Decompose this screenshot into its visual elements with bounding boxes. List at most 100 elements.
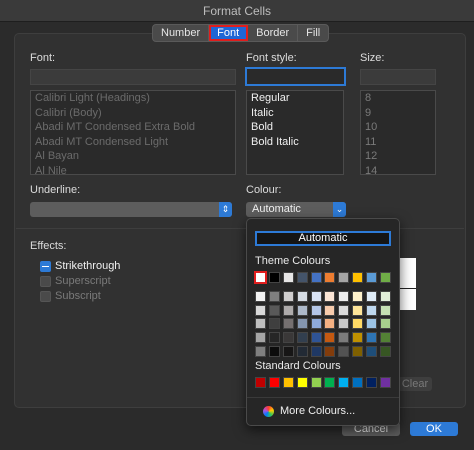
- theme-colour-swatch[interactable]: [366, 272, 378, 283]
- theme-shade-swatch[interactable]: [380, 291, 392, 302]
- size-list[interactable]: 8 9 10 11 12 14: [360, 90, 436, 175]
- theme-shade-swatch[interactable]: [366, 345, 378, 357]
- tab-fill[interactable]: Fill: [298, 25, 328, 41]
- theme-shade-swatch[interactable]: [296, 345, 308, 357]
- font-list[interactable]: Calibri Light (Headings) Calibri (Body) …: [30, 90, 236, 175]
- theme-shade-swatch[interactable]: [380, 304, 392, 316]
- theme-shade-swatch[interactable]: [380, 332, 392, 344]
- theme-shade-swatch[interactable]: [352, 345, 364, 357]
- font-list-item[interactable]: Abadi MT Condensed Light: [31, 135, 235, 150]
- standard-colour-swatch[interactable]: [255, 377, 266, 388]
- tab-font[interactable]: Font: [209, 25, 249, 41]
- theme-shade-swatch[interactable]: [324, 291, 336, 302]
- theme-shade-swatch[interactable]: [282, 332, 294, 344]
- theme-shade-swatch[interactable]: [366, 304, 378, 316]
- theme-shade-swatch[interactable]: [296, 291, 308, 302]
- theme-shade-swatch[interactable]: [310, 332, 322, 344]
- theme-shade-swatch[interactable]: [352, 304, 364, 316]
- theme-colour-swatch[interactable]: [282, 272, 294, 283]
- tab-number[interactable]: Number: [153, 25, 210, 41]
- theme-shade-swatch[interactable]: [366, 291, 378, 302]
- colour-select[interactable]: Automatic ⌄: [246, 202, 346, 217]
- automatic-colour-button[interactable]: Automatic: [255, 231, 391, 246]
- theme-shade-swatch[interactable]: [268, 332, 280, 344]
- strikethrough-checkbox[interactable]: Strikethrough: [40, 259, 120, 273]
- size-item[interactable]: 12: [361, 149, 435, 164]
- theme-shade-swatch[interactable]: [324, 332, 336, 344]
- font-list-item[interactable]: Al Nile: [31, 164, 235, 175]
- size-item[interactable]: 11: [361, 135, 435, 150]
- more-colours-button[interactable]: More Colours...: [263, 405, 355, 417]
- font-style-item[interactable]: Bold Italic: [247, 135, 343, 150]
- standard-colour-swatch[interactable]: [352, 377, 364, 388]
- theme-shade-swatch[interactable]: [296, 304, 308, 316]
- font-style-item[interactable]: Bold: [247, 120, 343, 135]
- theme-shade-swatch[interactable]: [268, 304, 280, 316]
- theme-shade-swatch[interactable]: [338, 318, 350, 330]
- theme-shade-swatch[interactable]: [282, 318, 294, 330]
- standard-colour-swatch[interactable]: [324, 377, 336, 388]
- theme-colour-swatch[interactable]: [380, 272, 392, 283]
- standard-colour-swatch[interactable]: [366, 377, 378, 388]
- theme-shade-swatch[interactable]: [282, 304, 294, 316]
- standard-colour-swatch[interactable]: [268, 377, 280, 388]
- font-style-item[interactable]: Italic: [247, 106, 343, 121]
- clear-button[interactable]: Clear: [398, 377, 432, 391]
- size-item[interactable]: 8: [361, 91, 435, 106]
- font-list-item[interactable]: Calibri Light (Headings): [31, 91, 235, 106]
- font-list-item[interactable]: Abadi MT Condensed Extra Bold: [31, 120, 235, 135]
- theme-shade-swatch[interactable]: [324, 304, 336, 316]
- font-list-item[interactable]: Calibri (Body): [31, 106, 235, 121]
- theme-colour-swatch[interactable]: [352, 272, 364, 283]
- theme-shade-swatch[interactable]: [352, 318, 364, 330]
- size-item[interactable]: 9: [361, 106, 435, 121]
- theme-shade-swatch[interactable]: [268, 291, 280, 302]
- theme-shade-swatch[interactable]: [352, 332, 364, 344]
- size-input[interactable]: [360, 69, 436, 85]
- theme-shade-swatch[interactable]: [324, 318, 336, 330]
- subscript-checkbox[interactable]: Subscript: [40, 289, 101, 303]
- theme-shade-swatch[interactable]: [310, 291, 322, 302]
- ok-button[interactable]: OK: [410, 422, 458, 436]
- theme-shade-swatch[interactable]: [380, 318, 392, 330]
- theme-colour-swatch[interactable]: [324, 272, 336, 283]
- theme-shade-swatch[interactable]: [338, 332, 350, 344]
- theme-shade-swatch[interactable]: [268, 345, 280, 357]
- theme-shade-swatch[interactable]: [310, 318, 322, 330]
- theme-colour-swatch[interactable]: [254, 271, 267, 284]
- theme-colour-swatch[interactable]: [310, 272, 322, 283]
- standard-colour-swatch[interactable]: [380, 377, 392, 388]
- theme-colour-swatch[interactable]: [296, 272, 308, 283]
- size-item[interactable]: 10: [361, 120, 435, 135]
- font-style-input[interactable]: [245, 67, 346, 86]
- size-item[interactable]: 14: [361, 164, 435, 175]
- font-list-item[interactable]: Al Bayan: [31, 149, 235, 164]
- theme-shade-swatch[interactable]: [255, 304, 266, 316]
- theme-shade-swatch[interactable]: [324, 345, 336, 357]
- theme-shade-swatch[interactable]: [296, 332, 308, 344]
- theme-shade-swatch[interactable]: [268, 318, 280, 330]
- standard-colour-swatch[interactable]: [282, 377, 294, 388]
- theme-shade-swatch[interactable]: [255, 332, 266, 344]
- theme-shade-swatch[interactable]: [310, 345, 322, 357]
- theme-shade-swatch[interactable]: [255, 345, 266, 357]
- theme-shade-swatch[interactable]: [255, 291, 266, 302]
- theme-shade-swatch[interactable]: [282, 291, 294, 302]
- tab-border[interactable]: Border: [248, 25, 299, 41]
- theme-shade-swatch[interactable]: [352, 291, 364, 302]
- theme-shade-swatch[interactable]: [310, 304, 322, 316]
- font-style-list[interactable]: Regular Italic Bold Bold Italic: [246, 90, 344, 175]
- theme-shade-swatch[interactable]: [380, 345, 392, 357]
- theme-shade-swatch[interactable]: [296, 318, 308, 330]
- theme-shade-swatch[interactable]: [366, 318, 378, 330]
- theme-colour-swatch[interactable]: [338, 272, 350, 283]
- theme-shade-swatch[interactable]: [366, 332, 378, 344]
- theme-shade-swatch[interactable]: [255, 318, 266, 330]
- standard-colour-swatch[interactable]: [338, 377, 350, 388]
- standard-colour-swatch[interactable]: [296, 377, 308, 388]
- font-input[interactable]: [30, 69, 236, 85]
- underline-select[interactable]: ⇕: [30, 202, 232, 217]
- standard-colour-swatch[interactable]: [310, 377, 322, 388]
- theme-colour-swatch[interactable]: [268, 272, 280, 283]
- theme-shade-swatch[interactable]: [282, 345, 294, 357]
